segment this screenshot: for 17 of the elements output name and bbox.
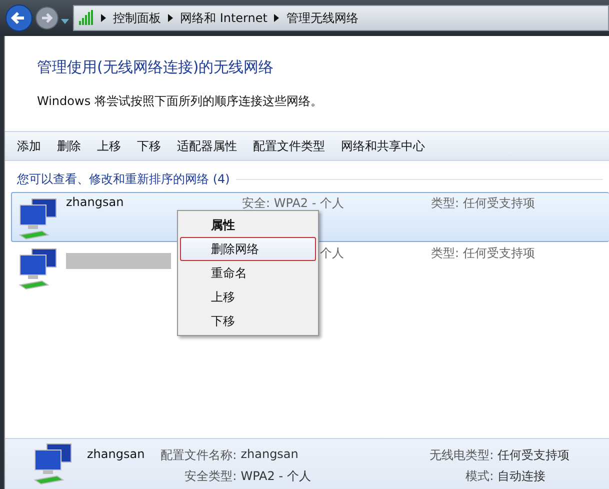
security-text: 个人 [320, 246, 344, 260]
network-name: zhangsan [66, 195, 124, 209]
network-name: zhangsan [87, 447, 145, 461]
detail-value: zhangsan [240, 447, 300, 463]
group-header: 您可以查看、修改和重新排序的网络 (4) [17, 171, 230, 188]
security-text: 安全: WPA2 - 个人 [242, 196, 344, 210]
page-heading: 管理使用(无线网络连接)的无线网络 [37, 58, 275, 77]
detail-value: 任何受支持项 [498, 447, 570, 464]
page-description: Windows 将尝试按照下面所列的顺序连接这些网络。 [37, 93, 324, 110]
detail-value: 自动连接 [498, 468, 547, 485]
type-text: 类型: 任何受支持项 [431, 196, 535, 210]
detail-label: 模式: [464, 468, 495, 485]
detail-label: 无线电类型: [428, 447, 495, 464]
detail-label: 安全类型: [184, 468, 238, 485]
type-text: 类型: 任何受支持项 [431, 246, 535, 260]
detail-value: WPA2 - 个人 [240, 468, 312, 485]
detail-label: 配置文件名称: [160, 447, 238, 464]
